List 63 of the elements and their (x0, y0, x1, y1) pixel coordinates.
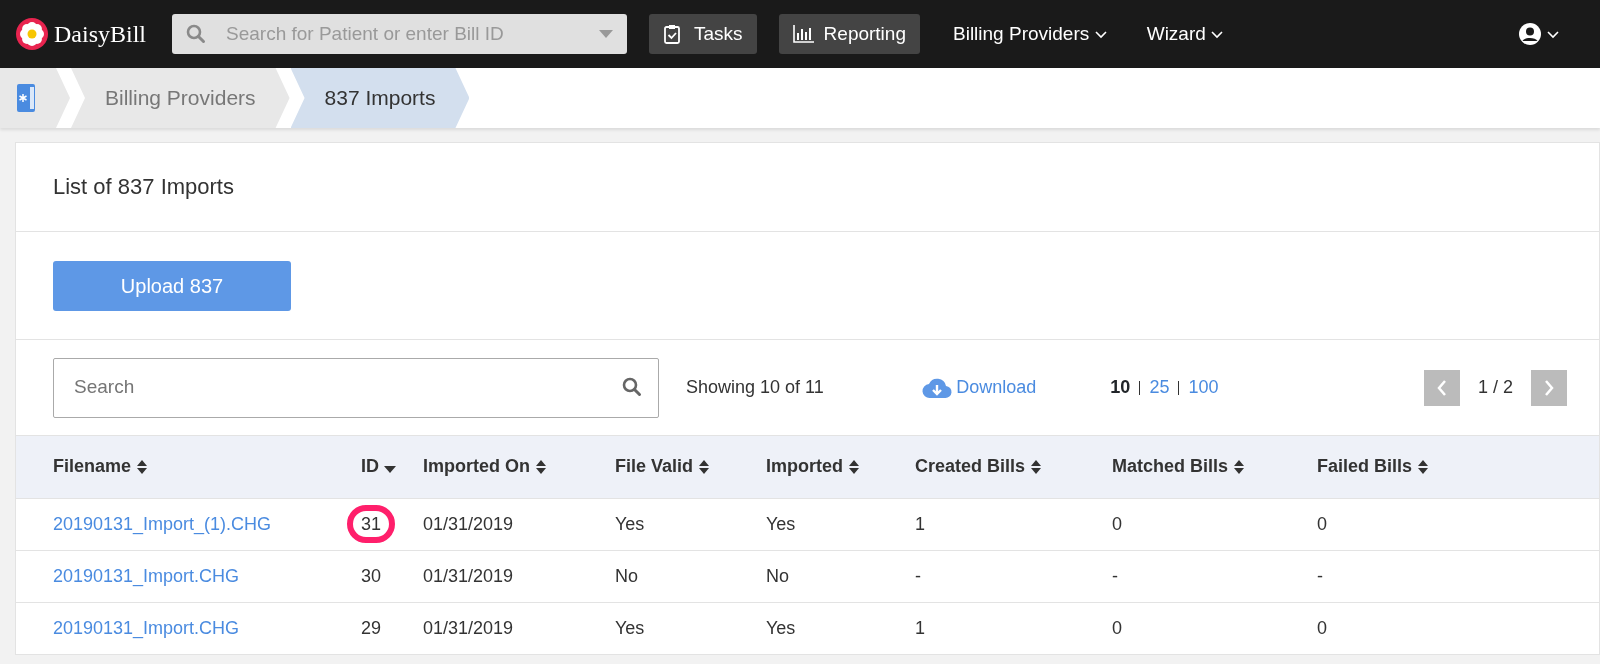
table-cell: 01/31/2019 (423, 565, 514, 586)
table-cell: Yes (615, 513, 645, 534)
table-cell: 1 (915, 617, 925, 638)
provider-card-icon (16, 83, 36, 113)
table-cell: No (766, 565, 789, 586)
column-header-label: Imported On (423, 455, 530, 479)
nav-menu[interactable]: Wizard (1140, 18, 1231, 50)
column-header-label: File Valid (615, 455, 694, 479)
column-header-label: Created Bills (915, 455, 1026, 479)
column-header[interactable]: Filename (53, 453, 148, 481)
chevron-down-icon (1546, 28, 1560, 40)
table-cell: - (1112, 565, 1118, 586)
column-header[interactable]: Failed Bills (1317, 453, 1429, 481)
breadcrumb-item[interactable]: Billing Providers (71, 68, 290, 128)
table-cell: - (915, 565, 921, 586)
page-indicator: 1 / 2 (1477, 376, 1513, 399)
chevron-down-icon (1210, 28, 1225, 40)
search-icon (622, 376, 644, 399)
search-icon (186, 24, 206, 44)
nav-button[interactable]: Reporting (778, 14, 920, 54)
table-cell: 31 (347, 504, 396, 543)
table-cell: 01/31/2019 (423, 513, 514, 534)
table-cell: 0 (1317, 513, 1327, 534)
column-header-label: Filename (53, 455, 132, 479)
caret-icon (599, 30, 613, 38)
previous-page-button[interactable] (1423, 369, 1460, 406)
cloud-download-icon (921, 376, 952, 399)
table-cell: 01/31/2019 (423, 617, 514, 638)
column-header-label: Imported (766, 455, 843, 479)
next-page-button[interactable] (1531, 369, 1567, 406)
table-cell: No (615, 565, 638, 586)
bar-chart-icon (792, 24, 815, 44)
chevron-left-icon (1435, 378, 1448, 397)
home-crumb[interactable] (0, 68, 70, 128)
search-input[interactable]: Search for Patient or enter Bill ID (224, 18, 581, 50)
table-cell: Yes (766, 513, 796, 534)
download-link[interactable]: Download (921, 374, 1037, 401)
card-title: List of 837 Imports (53, 172, 235, 201)
page-size-option[interactable]: 10 (1110, 374, 1131, 401)
page-size-option[interactable]: 100 (1188, 374, 1219, 401)
table-cell: 30 (361, 565, 382, 586)
table-cell: 0 (1112, 617, 1122, 638)
nav-button[interactable]: Tasks (649, 14, 757, 54)
table-cell: 29 (361, 617, 382, 638)
column-header-label: Failed Bills (1317, 455, 1413, 479)
daisy-logo-icon (16, 18, 48, 50)
table-cell: 0 (1112, 513, 1122, 534)
result-count: Showing 10 of 11 (686, 376, 824, 399)
chevron-down-icon (1093, 28, 1108, 40)
breadcrumb-item[interactable]: 837 Imports (290, 68, 470, 128)
search-field[interactable]: Search (53, 357, 659, 418)
brand-name[interactable]: DaisyBill (54, 16, 146, 52)
search-field[interactable]: Search for Patient or enter Bill ID (172, 14, 627, 54)
chevron-right-icon (1543, 378, 1555, 397)
table-cell: - (1317, 565, 1323, 586)
user-avatar-icon (1517, 22, 1542, 46)
nav-menu[interactable]: Billing Providers (947, 18, 1114, 50)
table-cell: Yes (615, 617, 645, 638)
table-cell: 1 (915, 513, 925, 534)
column-header-label: ID (361, 455, 379, 479)
table-cell: Yes (766, 617, 796, 638)
column-header-label: Matched Bills (1112, 455, 1229, 479)
table-cell: 0 (1317, 617, 1327, 638)
